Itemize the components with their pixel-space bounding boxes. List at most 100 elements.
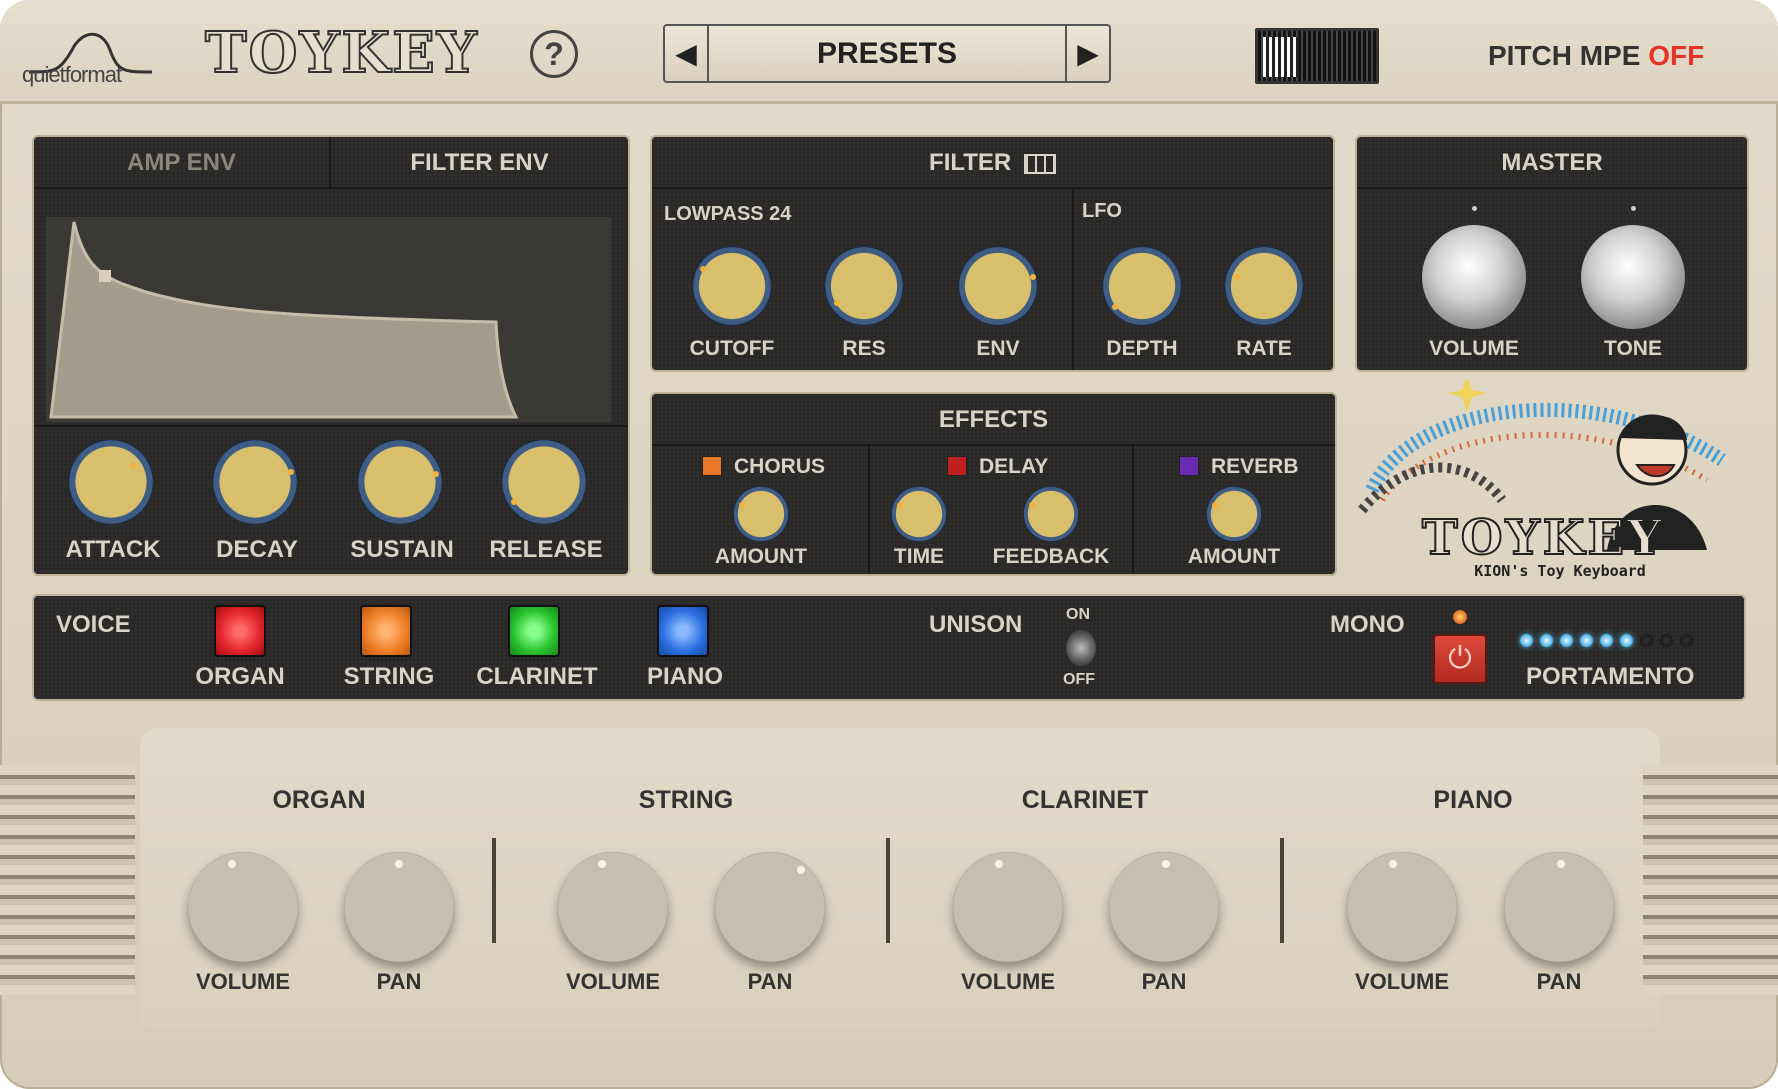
piano-voice-button[interactable] <box>657 605 709 657</box>
chorus-label: CHORUS <box>734 455 826 478</box>
portamento-led <box>1520 634 1533 647</box>
portamento-label: PORTAMENTO <box>1526 663 1695 690</box>
pitch-mpe-toggle[interactable]: PITCH MPE OFF <box>1488 40 1704 72</box>
release-label: RELEASE <box>489 536 603 563</box>
tab-filter-env[interactable]: FILTER ENV <box>331 137 628 189</box>
reverb-amount-label: AMOUNT <box>1187 545 1281 568</box>
pitch-mpe-state: OFF <box>1648 40 1705 71</box>
voice-label: VOICE <box>56 611 131 638</box>
organ-pan-knob[interactable] <box>344 852 454 962</box>
piano-volume-label: VOLUME <box>1354 969 1450 994</box>
portamento-led <box>1660 634 1673 647</box>
preset-browser: ◀ PRESETS ▶ <box>663 24 1111 83</box>
previous-preset-button[interactable]: ◀ <box>665 26 709 81</box>
cutoff-label: CUTOFF <box>689 337 775 360</box>
chorus-amount-knob[interactable] <box>733 486 789 542</box>
string-mixer-title: STRING <box>638 786 734 814</box>
portamento-led <box>1600 634 1613 647</box>
portamento-leds[interactable] <box>1520 634 1710 648</box>
decay-knob[interactable] <box>212 439 298 525</box>
preset-name[interactable]: PRESETS <box>711 26 1063 81</box>
mixer-divider <box>886 838 890 943</box>
portamento-led <box>1580 634 1593 647</box>
mixer-divider <box>1280 838 1284 943</box>
string-voice-label: STRING <box>343 663 435 690</box>
clarinet-pan-label: PAN <box>1141 969 1187 994</box>
mono-power-button[interactable]: ⏻ <box>1433 634 1487 684</box>
envelope-graph[interactable] <box>46 217 611 422</box>
reverb-amount-knob[interactable] <box>1206 486 1262 542</box>
piano-mixer-title: PIANO <box>1433 786 1513 814</box>
reverb-enable-button[interactable] <box>1179 456 1199 476</box>
chorus-enable-button[interactable] <box>702 456 722 476</box>
master-tone-knob[interactable] <box>1581 225 1685 329</box>
release-knob[interactable] <box>501 439 587 525</box>
help-icon[interactable]: ? <box>530 30 578 78</box>
portamento-led <box>1540 634 1553 647</box>
clarinet-pan-knob[interactable] <box>1109 852 1219 962</box>
portamento-led <box>1680 634 1693 647</box>
level-meter-slider[interactable] <box>1255 28 1379 84</box>
cutoff-knob[interactable] <box>692 246 772 326</box>
unison-toggle-switch[interactable] <box>1066 630 1096 666</box>
envelope-tabs: AMP ENV FILTER ENV <box>34 137 628 189</box>
env-amount-knob[interactable] <box>958 246 1038 326</box>
next-preset-button[interactable]: ▶ <box>1065 26 1109 81</box>
rate-label: RATE <box>1236 337 1292 360</box>
mono-led <box>1453 610 1467 624</box>
chorus-amount-label: AMOUNT <box>714 545 808 568</box>
res-label: RES <box>842 337 886 360</box>
effects-title: EFFECTS <box>652 394 1335 446</box>
filter-title: FILTER <box>929 149 1012 176</box>
attack-label: ATTACK <box>65 536 161 563</box>
clarinet-volume-knob[interactable] <box>953 852 1063 962</box>
master-volume-label: VOLUME <box>1429 337 1519 360</box>
unison-on-label: ON <box>1066 606 1090 623</box>
delay-feedback-knob[interactable] <box>1023 486 1079 542</box>
filter-header: FILTER <box>652 137 1333 189</box>
lfo-rate-knob[interactable] <box>1224 246 1304 326</box>
clarinet-voice-label: CLARINET <box>476 663 598 690</box>
mono-label: MONO <box>1330 611 1405 638</box>
sustain-knob[interactable] <box>357 439 443 525</box>
piano-pan-knob[interactable] <box>1504 852 1614 962</box>
artwork-subtitle: KION's Toy Keyboard <box>1474 562 1646 580</box>
keyboard-icon[interactable] <box>1023 153 1056 174</box>
delay-time-knob[interactable] <box>891 486 947 542</box>
organ-voice-button[interactable] <box>214 605 266 657</box>
artwork-title: TOYKEY <box>1421 509 1665 567</box>
sustain-label: SUSTAIN <box>350 536 454 563</box>
delay-label: DELAY <box>979 455 1049 478</box>
delay-enable-button[interactable] <box>947 456 967 476</box>
lfo-depth-knob[interactable] <box>1102 246 1182 326</box>
depth-label: DEPTH <box>1106 337 1178 360</box>
master-volume-knob[interactable] <box>1422 225 1526 329</box>
organ-pan-label: PAN <box>376 969 422 994</box>
portamento-led <box>1560 634 1573 647</box>
filter-mode-label[interactable]: LOWPASS 24 <box>664 203 791 226</box>
decay-label: DECAY <box>216 536 298 563</box>
attack-knob[interactable] <box>68 439 154 525</box>
env-label: ENV <box>976 337 1020 360</box>
tab-amp-env[interactable]: AMP ENV <box>34 137 331 189</box>
right-speaker-grille <box>1643 765 1778 995</box>
plugin-window: quietformat TOYKEY ? ◀ PRESETS ▶ PITCH M… <box>0 0 1778 1089</box>
res-knob[interactable] <box>824 246 904 326</box>
left-speaker-grille <box>0 765 135 995</box>
clarinet-voice-button[interactable] <box>508 605 560 657</box>
string-volume-label: VOLUME <box>565 969 661 994</box>
piano-pan-label: PAN <box>1536 969 1582 994</box>
header-bar: quietformat TOYKEY ? ◀ PRESETS ▶ PITCH M… <box>0 0 1778 104</box>
string-volume-knob[interactable] <box>558 852 668 962</box>
clarinet-volume-label: VOLUME <box>960 969 1056 994</box>
string-pan-knob[interactable] <box>715 852 825 962</box>
organ-volume-knob[interactable] <box>188 852 298 962</box>
toykey-artwork: TOYKEY KION's Toy Keyboard <box>1352 375 1752 580</box>
portamento-led <box>1620 634 1633 647</box>
string-voice-button[interactable] <box>360 605 412 657</box>
mixer-divider <box>492 838 496 943</box>
product-title: TOYKEY <box>204 19 479 87</box>
slider-thumb[interactable] <box>1263 37 1299 77</box>
piano-volume-knob[interactable] <box>1347 852 1457 962</box>
master-tone-max-dot <box>1631 206 1636 211</box>
